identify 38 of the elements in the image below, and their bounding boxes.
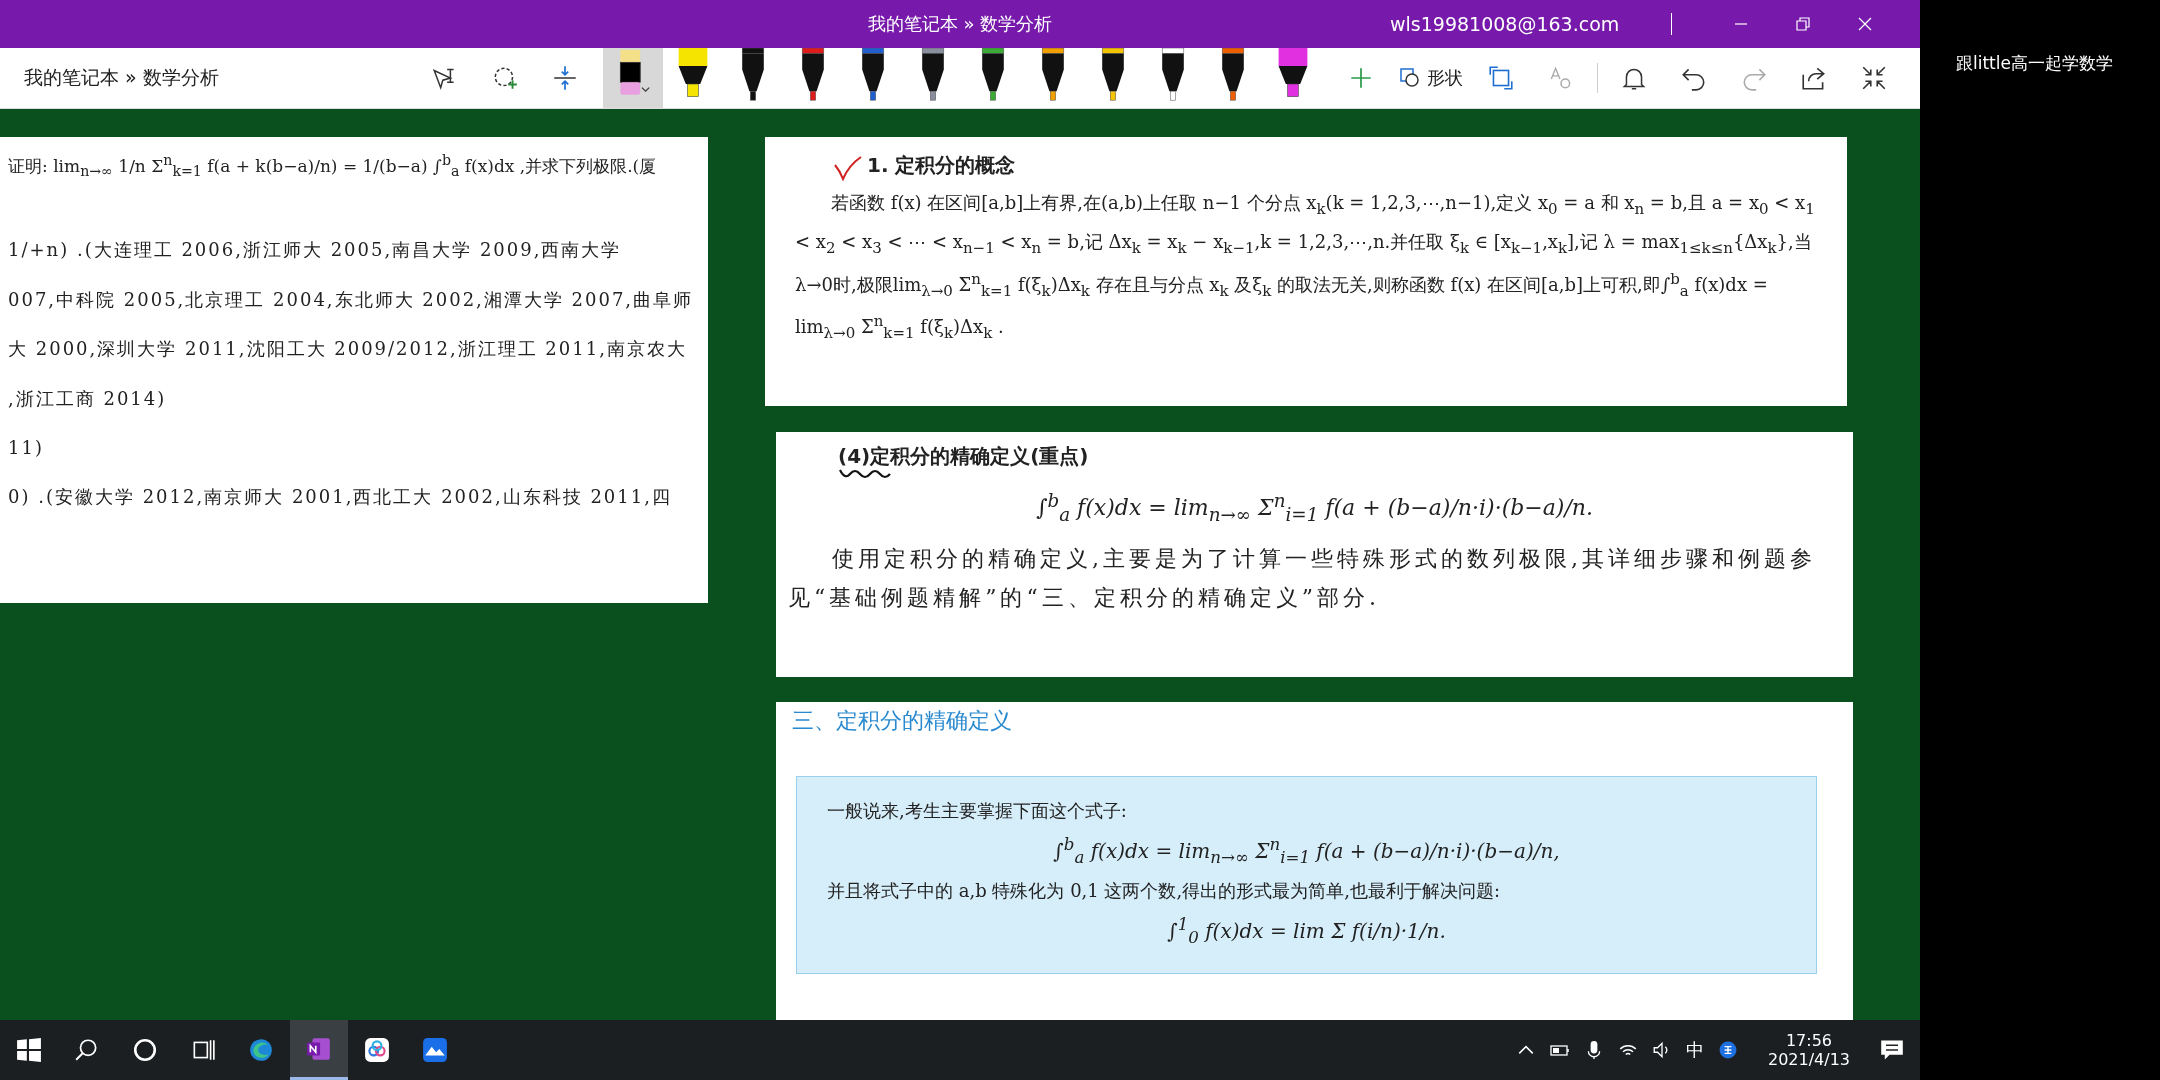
- paragraph: 若函数 f(x) 在区间[a,b]上有界,在(a,b)上任取 n−1 个分点 x$_{k}$(k = 1,2,3,⋯,n−1),定义 x$_{0}$ = a 和 x$_{n}$ = b,且 a = x$_{0}$ < x$_{1}$ < x$_{2}$ < x$_{3}$ < ⋯ < x$_{n−1}$ < x$_{n}$ = b,记 Δx$_{k}$ = x$_{k}$ − x$_{k−1}$,k = 1,2,3,⋯,n.并任取 ξ$_{k}$ ∈ [x$_{k−1}$,x$_{k}$],记 λ = max$_{1≤k≤n}${Δx$_{k}$},当λ→0时,极限lim$_{λ→0}$ Σ$^{n}$$_{k=1}$ f(ξ$_{k}$)Δx$_{k}$ 存在且与分点 x$_{k}$ 及ξ$_{k}$ 的取法无关,则称函数 f(x) 在区间[a,b]上可积,即∫$^{b}$$_{a}$ f(x)dx = lim$_{λ→0}$ Σ$^{n}$$_{k=1}$ f(ξ$_{k}$)Δx$_{k}$ .: [795, 191, 1816, 344]
- shapes-button[interactable]: 形状: [1390, 60, 1471, 96]
- exercise-line: 证明: lim$_{n→∞}$ 1/n Σ$^{n}$$_{k=1}$ f(a + k(b−a)/n) = 1/(b−a) ∫$^{b}$$_{a}$ f(x)dx ,并求下列极限.(厦: [8, 151, 658, 181]
- input-mode-indicator[interactable]: 中: [1685, 1038, 1704, 1062]
- breadcrumb[interactable]: 我的笔记本 » 数学分析: [24, 65, 219, 91]
- edge-browser-icon: [248, 1037, 274, 1063]
- exercise-line: ,浙江工商 2014): [8, 386, 168, 411]
- section-heading: 1. 定积分的概念: [867, 151, 1016, 179]
- pen-swatch[interactable]: [602, 48, 663, 108]
- shapes-icon: [1398, 67, 1421, 89]
- mountain-app-icon: [422, 1037, 448, 1063]
- clock-time[interactable]: 17:56: [1785, 1031, 1833, 1050]
- circle-icon: [132, 1037, 158, 1063]
- paragraph: 使用定积分的精确定义,主要是为了计算一些特殊形式的数列极限,其详细步骤和例题参见“基础例题精解”的“三、定积分的精确定义”部分.: [788, 544, 1817, 613]
- paragraph: 并且将式子中的 a,b 特殊化为 0,1 这两个数,得出的形式最为简单,也最利于解决问题:: [827, 879, 1501, 904]
- channel-label: 跟little高一起学数学: [1956, 53, 2113, 73]
- formula: ∫$^{b}$$_{a}$ f(x)dx = lim$_{n→∞}$ Σ$^{n}$$_{i=1}$ f(a + (b−a)/n·i)·(b−a)/n,: [1052, 835, 1561, 868]
- close-icon[interactable]: [1858, 17, 1873, 31]
- cloud-app-icon: [364, 1037, 390, 1063]
- windows-icon: [16, 1037, 42, 1063]
- account-email[interactable]: wls19981008@163.com: [1390, 13, 1620, 35]
- formula: ∫$^{1}$$_{0}$ f(x)dx = lim Σ f(i/n)·1/n.: [1166, 915, 1447, 948]
- exercise-line: 11): [8, 436, 45, 460]
- section-heading: 三、定积分的精确定义: [792, 707, 1013, 735]
- restore-icon[interactable]: [1796, 17, 1811, 31]
- paragraph: 一般说来,考生主要掌握下面这个式子:: [827, 799, 1128, 823]
- notebook-app-icon: [306, 1035, 332, 1062]
- window-title: 我的笔记本 » 数学分析: [866, 12, 1054, 36]
- exercise-line: 007,中科院 2005,北京理工 2004,东北师大 2002,湘潭大学 2007,曲阜师: [8, 287, 695, 312]
- formula: ∫$^{b}$$_{a}$ f(x)dx = lim$_{n→∞}$ Σ$^{n}$$_{i=1}$ f(a + (b−a)/n·i)·(b−a)/n.: [1035, 490, 1594, 525]
- ink-to-shape-icon[interactable]: [1486, 64, 1515, 92]
- exercise-line: 0) .(安徽大学 2012,南京师大 2001,西北工大 2002,山东科技 2011,四: [8, 485, 673, 509]
- exercise-line: 1/+n) .(大连理工 2006,浙江师大 2005,南昌大学 2009,西南大学: [8, 238, 623, 262]
- input-method-icon[interactable]: [1717, 1041, 1738, 1059]
- notification-icon[interactable]: [1880, 1039, 1904, 1061]
- exercise-line: 大 2000,深圳大学 2011,沈阳工大 2009/2012,浙江理工 2011,南京农大: [8, 337, 688, 361]
- clock-date[interactable]: 2021/4/13: [1767, 1050, 1850, 1069]
- section-heading: (4)定积分的精确定义(重点): [838, 442, 1089, 470]
